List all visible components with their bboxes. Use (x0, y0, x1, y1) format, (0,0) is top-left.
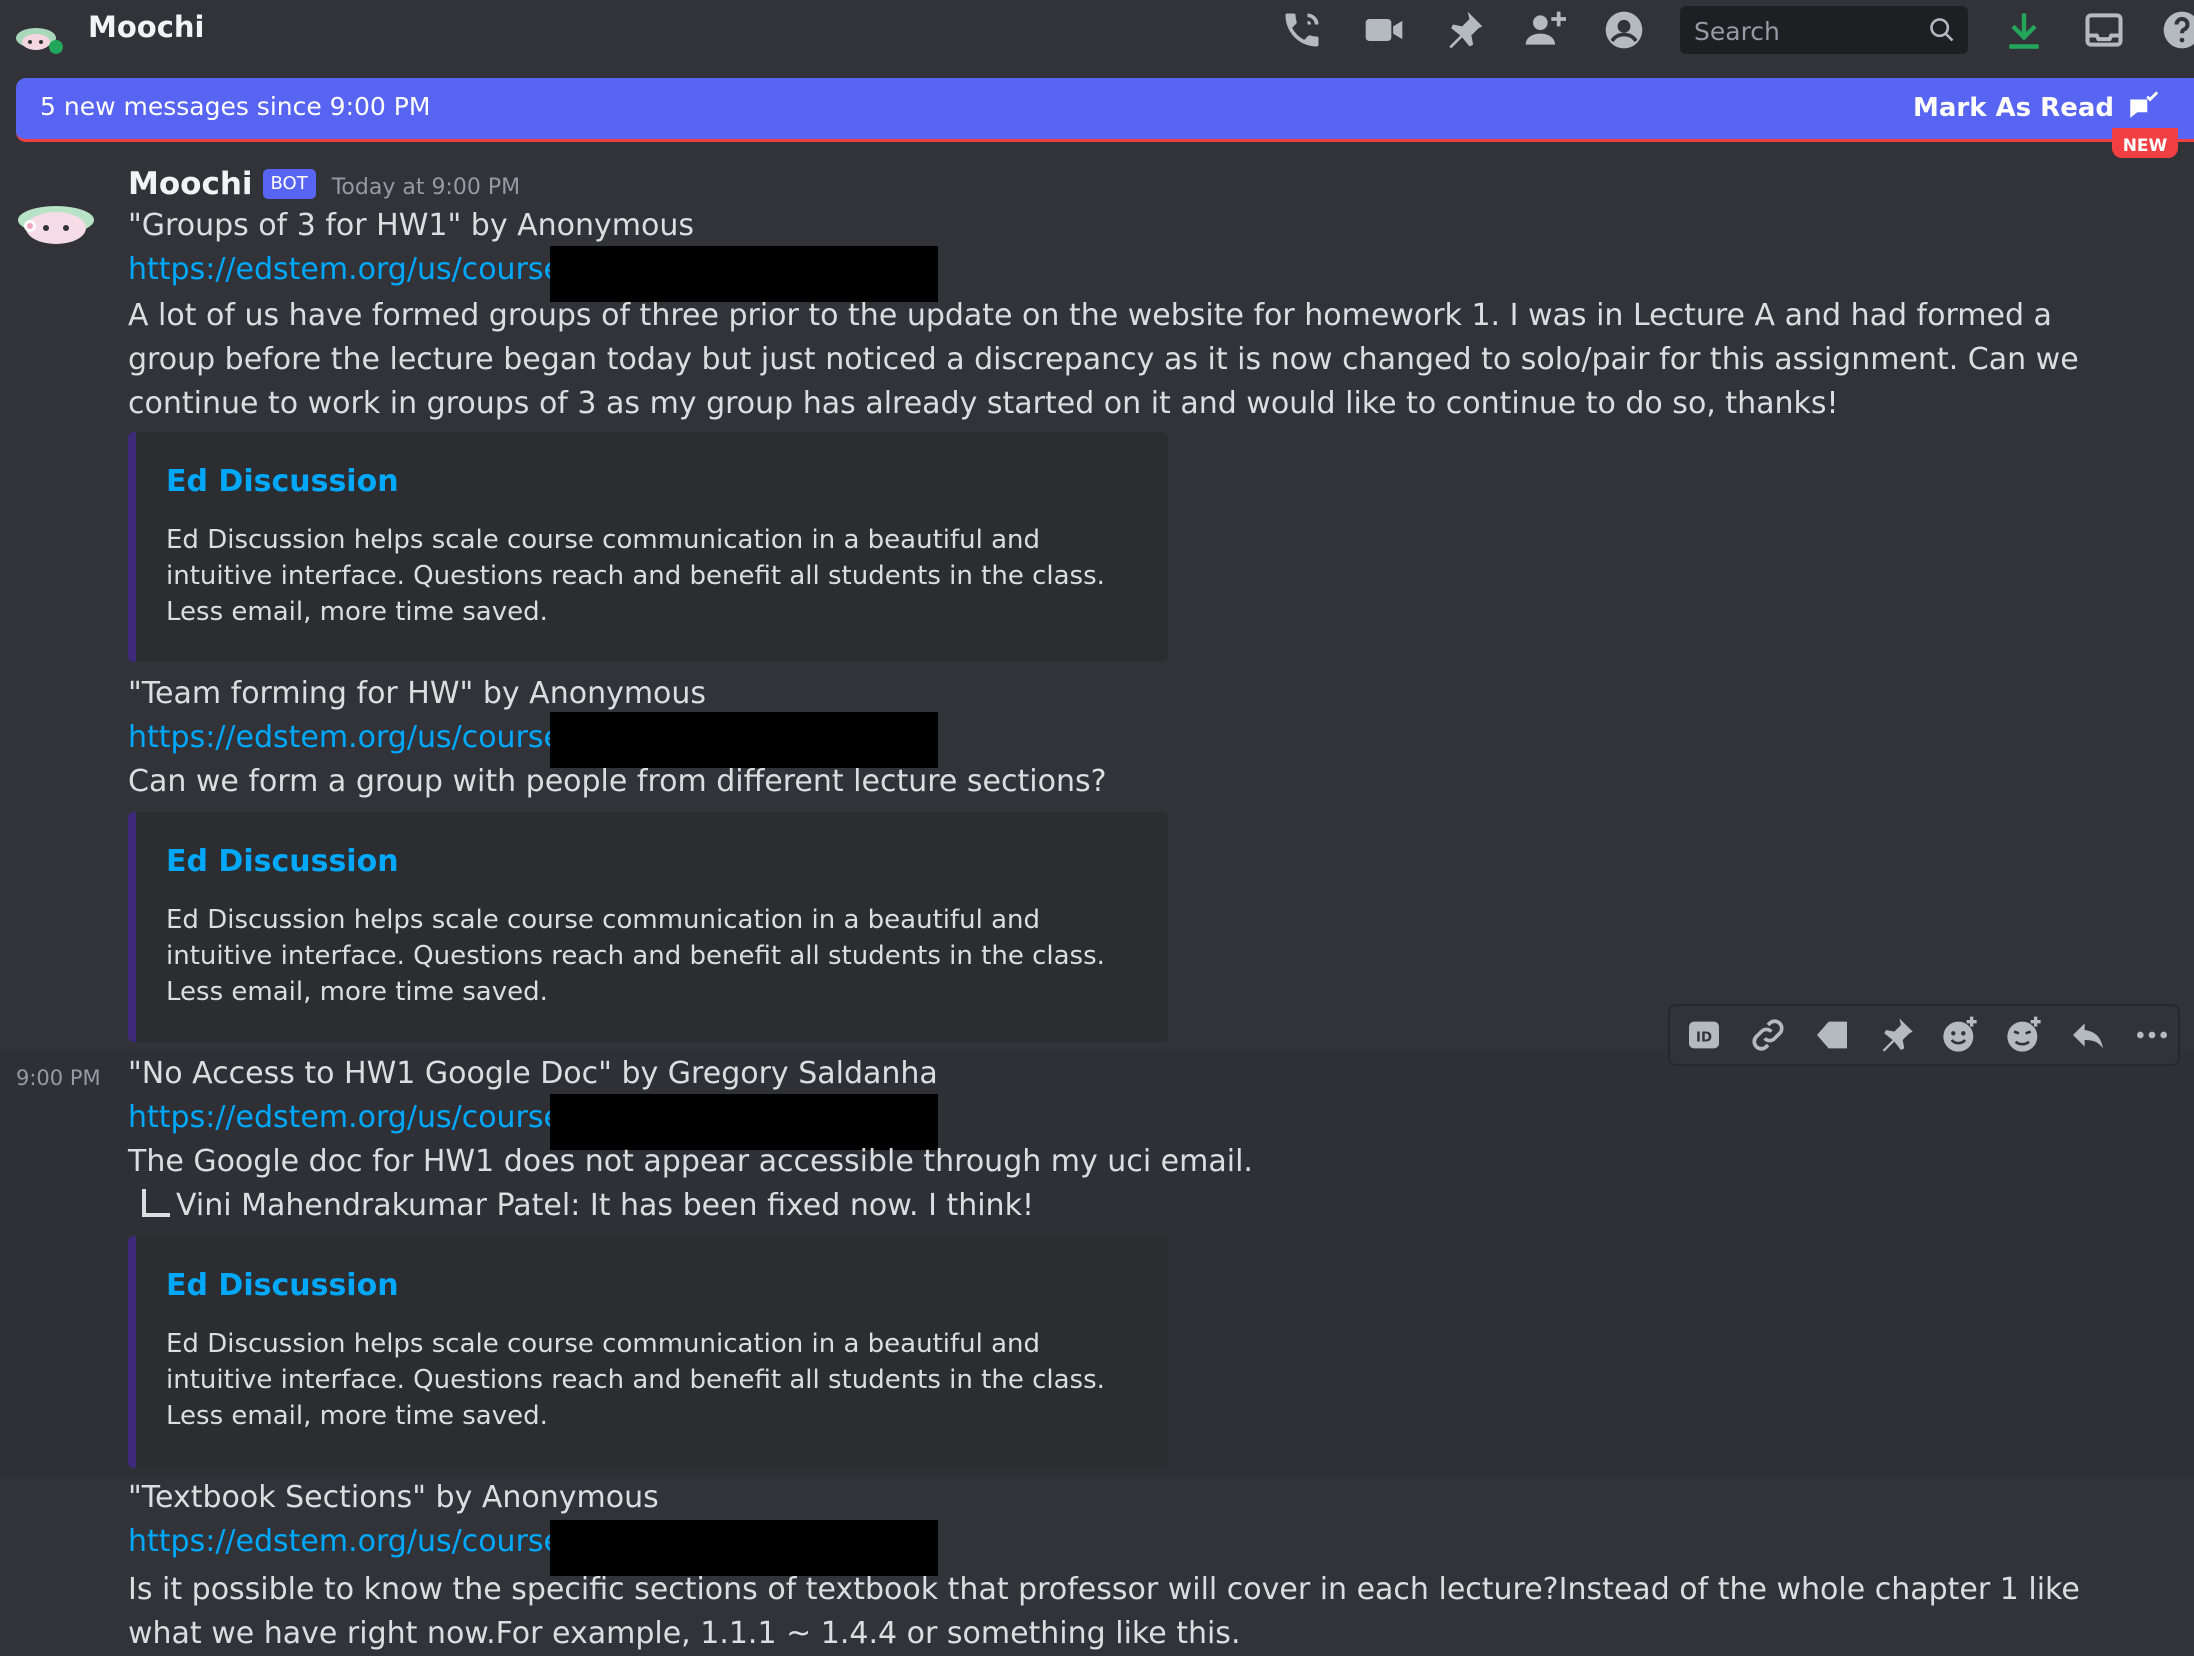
post-body: Can we form a group with people from dif… (128, 764, 1107, 799)
post-title: "Groups of 3 for HW1" by Anonymous (128, 208, 695, 243)
embed-description: Ed Discussion helps scale course communi… (166, 1329, 1105, 1431)
link-embed: Ed Discussion Ed Discussion helps scale … (128, 812, 1168, 1042)
download-icon[interactable] (2002, 8, 2046, 52)
search-bar[interactable] (1680, 6, 1968, 54)
side-timestamp[interactable]: 9:00 PM (16, 1066, 101, 1090)
redaction-box (550, 1094, 938, 1150)
copy-link-icon[interactable] (1748, 1015, 1788, 1055)
super-reaction-icon[interactable] (2004, 1015, 2044, 1055)
author-name[interactable]: Moochi (128, 166, 253, 202)
search-input[interactable] (1692, 14, 1916, 48)
post-link[interactable]: https://edstem.org/us/courses/ (128, 252, 588, 287)
mark-as-read-label: Mark As Read (1912, 93, 2114, 123)
reply-icon[interactable] (2068, 1015, 2108, 1055)
threads-icon[interactable] (1280, 8, 1324, 52)
channel-avatar-icon (14, 14, 70, 58)
pin-message-icon[interactable] (1876, 1015, 1916, 1055)
tag-icon[interactable] (1812, 1015, 1852, 1055)
link-embed: Ed Discussion Ed Discussion helps scale … (128, 1236, 1168, 1468)
more-icon[interactable] (2132, 1015, 2172, 1055)
embed-title[interactable]: Ed Discussion (166, 1268, 399, 1303)
help-icon[interactable] (2160, 8, 2194, 52)
search-icon[interactable] (1928, 16, 1956, 44)
add-member-icon[interactable] (1522, 8, 1566, 52)
post-body: Is it possible to know the specific sect… (128, 1572, 2080, 1651)
message-timestamp[interactable]: Today at 9:00 PM (332, 175, 520, 200)
post-link[interactable]: https://edstem.org/us/courses/ (128, 1100, 588, 1135)
member-list-icon[interactable] (1602, 8, 1646, 52)
add-reaction-icon[interactable] (1940, 1015, 1980, 1055)
post-title: "Textbook Sections" by Anonymous (128, 1480, 659, 1515)
link-embed: Ed Discussion Ed Discussion helps scale … (128, 432, 1168, 662)
post-title: "Team forming for HW" by Anonymous (128, 676, 707, 711)
pin-icon[interactable] (1442, 8, 1486, 52)
post-body: A lot of us have formed groups of three … (128, 298, 2079, 421)
inbox-icon[interactable] (2082, 8, 2126, 52)
embed-description: Ed Discussion helps scale course communi… (166, 905, 1105, 1007)
video-call-icon[interactable] (1362, 8, 1406, 52)
new-messages-text: 5 new messages since 9:00 PM (40, 92, 431, 121)
author-avatar[interactable] (16, 196, 96, 256)
reply-preview: Vini Mahendrakumar Patel: It has been fi… (128, 1188, 1034, 1223)
message-header: Moochi BOT Today at 9:00 PM (128, 166, 520, 202)
post-link[interactable]: https://edstem.org/us/courses/ (128, 720, 588, 755)
bot-tag: BOT (262, 169, 316, 199)
redaction-box (550, 712, 938, 768)
app-id-icon[interactable]: ID (1684, 1015, 1724, 1055)
new-messages-bar[interactable]: 5 new messages since 9:00 PM Mark As Rea… (16, 78, 2194, 142)
post-link[interactable]: https://edstem.org/us/courses/ (128, 1524, 588, 1559)
message-action-bar: ID (1668, 1004, 2180, 1066)
reply-text: Vini Mahendrakumar Patel: It has been fi… (176, 1188, 1034, 1223)
post-title: "No Access to HW1 Google Doc" by Gregory… (128, 1056, 938, 1091)
reply-corner-icon (142, 1189, 170, 1217)
post-body: The Google doc for HW1 does not appear a… (128, 1144, 1253, 1179)
embed-title[interactable]: Ed Discussion (166, 844, 399, 879)
new-badge: NEW (2112, 128, 2178, 158)
embed-description: Ed Discussion helps scale course communi… (166, 525, 1105, 627)
mark-read-icon (2130, 91, 2159, 118)
channel-header: Moochi (0, 0, 2194, 62)
svg-text:ID: ID (1696, 1031, 1712, 1046)
embed-title[interactable]: Ed Discussion (166, 464, 399, 499)
mark-as-read-button[interactable]: Mark As Read (1913, 91, 2160, 125)
channel-title: Moochi (88, 10, 205, 44)
